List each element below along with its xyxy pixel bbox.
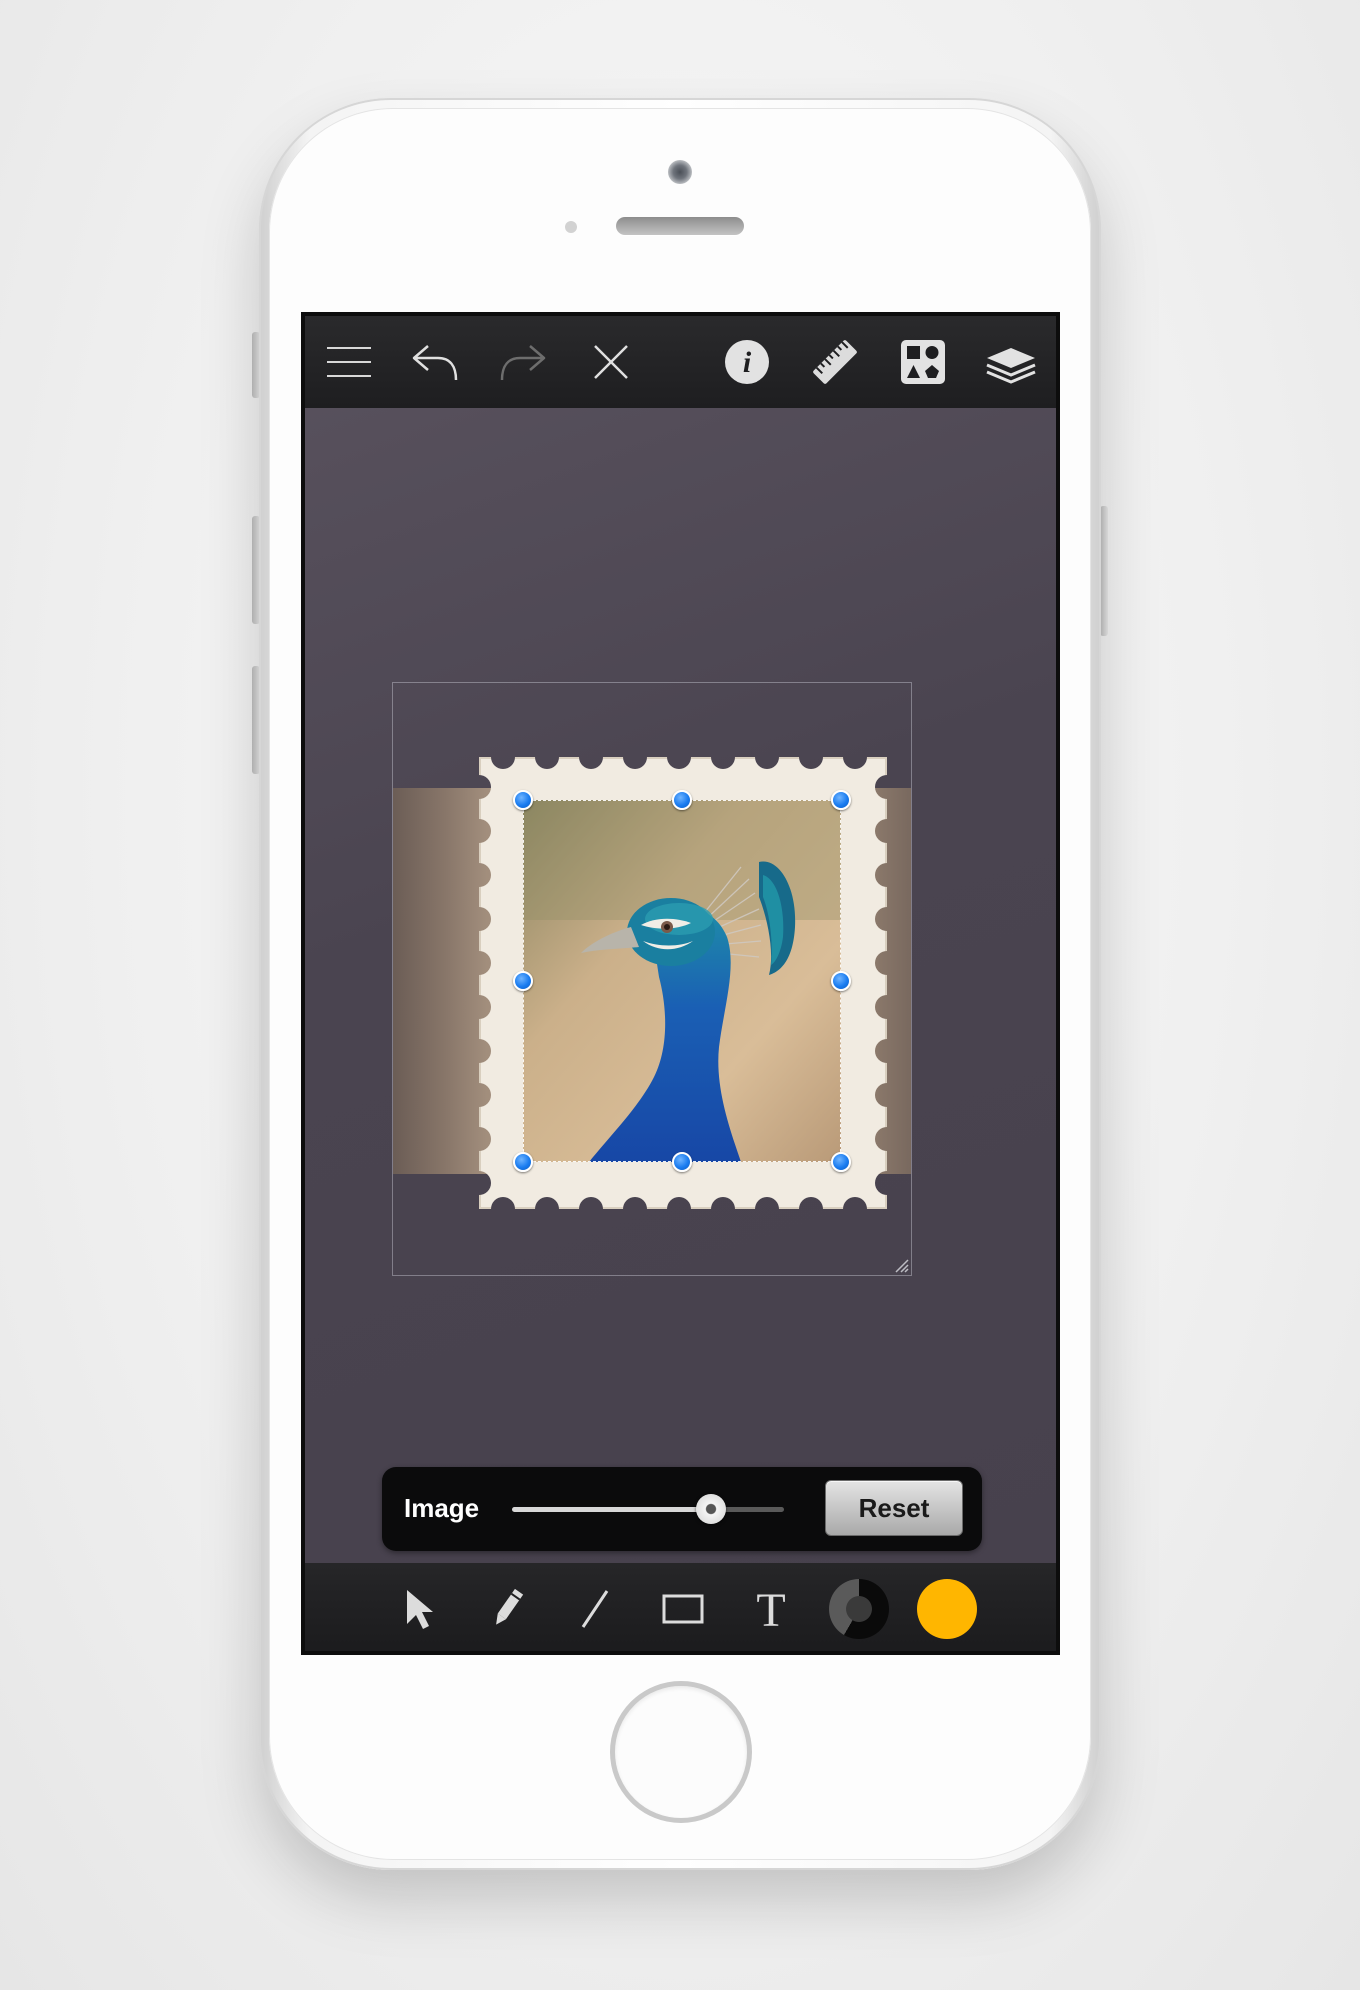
earpiece-speaker [616, 217, 744, 235]
app-screen: i Image Reset T [301, 312, 1060, 1655]
selection-box[interactable] [523, 800, 841, 1162]
menu-icon[interactable] [321, 334, 377, 390]
shapes-icon[interactable] [895, 334, 951, 390]
handle-bottom-center[interactable] [672, 1152, 692, 1172]
select-arrow-icon[interactable] [391, 1581, 447, 1637]
handle-middle-right[interactable] [831, 971, 851, 991]
handle-middle-left[interactable] [513, 971, 533, 991]
resize-grip-icon[interactable] [893, 1257, 909, 1273]
text-icon[interactable]: T [743, 1581, 799, 1637]
bottom-toolbar: T [305, 1563, 1056, 1651]
ruler-icon[interactable] [807, 334, 863, 390]
drawing-canvas[interactable] [305, 408, 1056, 1563]
svg-text:T: T [756, 1586, 785, 1632]
redo-icon[interactable] [495, 334, 551, 390]
image-adjust-panel: Image Reset [382, 1467, 982, 1551]
panel-label: Image [404, 1493, 480, 1523]
handle-bottom-right[interactable] [831, 1152, 851, 1172]
reset-button[interactable]: Reset [825, 1480, 963, 1536]
close-icon[interactable] [583, 334, 639, 390]
front-camera [668, 160, 692, 184]
layers-icon[interactable] [983, 334, 1039, 390]
image-opacity-slider[interactable] [512, 1507, 784, 1512]
rectangle-icon[interactable] [655, 1581, 711, 1637]
handle-bottom-left[interactable] [513, 1152, 533, 1172]
power-button [1100, 506, 1108, 636]
handle-top-center[interactable] [672, 790, 692, 810]
info-icon[interactable]: i [719, 334, 775, 390]
stroke-color-swatch[interactable] [829, 1579, 889, 1639]
slider-thumb[interactable] [695, 1494, 726, 1524]
pencil-icon[interactable] [479, 1581, 535, 1637]
line-icon[interactable] [567, 1581, 623, 1637]
home-button[interactable] [610, 1681, 752, 1823]
proximity-sensor [565, 221, 577, 233]
handle-top-right[interactable] [831, 790, 851, 810]
handle-top-left[interactable] [513, 790, 533, 810]
svg-text:i: i [743, 346, 752, 379]
fill-color-swatch[interactable] [917, 1579, 977, 1639]
top-toolbar: i [305, 316, 1056, 408]
undo-icon[interactable] [407, 334, 463, 390]
